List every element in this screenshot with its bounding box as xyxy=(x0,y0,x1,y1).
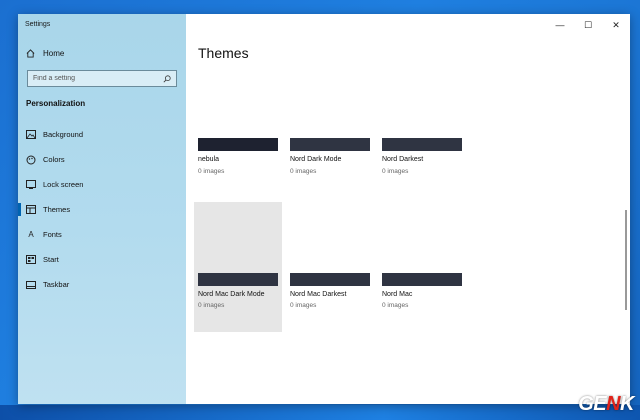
theme-preview xyxy=(198,273,278,286)
sidebar-item-label: Colors xyxy=(43,155,65,164)
sidebar-item-taskbar[interactable]: Taskbar xyxy=(18,272,186,297)
scrollbar[interactable] xyxy=(625,210,627,310)
theme-preview xyxy=(198,138,278,151)
start-icon xyxy=(26,255,36,265)
theme-name: Nord Mac xyxy=(382,291,413,298)
section-title: Personalization xyxy=(26,99,86,108)
theme-tile[interactable]: Nord Mac Dark Mode 0 images xyxy=(194,202,282,332)
theme-tile[interactable]: Nord Dark Mode 0 images xyxy=(286,79,374,209)
home-icon xyxy=(26,49,35,58)
theme-image-count: 0 images xyxy=(382,168,409,175)
fonts-icon: A xyxy=(28,230,34,239)
picture-icon xyxy=(26,130,36,140)
home-label: Home xyxy=(43,49,65,58)
sidebar-item-label: Taskbar xyxy=(43,280,70,289)
theme-image-count: 0 images xyxy=(198,302,225,309)
watermark-logo: GENK xyxy=(578,393,634,415)
sidebar-item-label: Themes xyxy=(43,205,71,214)
search-box[interactable] xyxy=(27,70,177,87)
window-title: Settings xyxy=(25,21,51,28)
sidebar-item-label: Lock screen xyxy=(43,180,84,189)
theme-name: Nord Mac Darkest xyxy=(290,291,347,298)
settings-window: Settings Home Personalization Background xyxy=(18,14,630,404)
theme-name: Nord Mac Dark Mode xyxy=(198,291,265,298)
sidebar-item-label: Fonts xyxy=(43,230,62,239)
sidebar-item-label: Background xyxy=(43,130,84,139)
theme-preview xyxy=(290,138,370,151)
palette-icon xyxy=(26,155,36,165)
theme-image-count: 0 images xyxy=(198,168,225,175)
theme-name: Nord Darkest xyxy=(382,156,424,163)
themes-icon xyxy=(26,205,36,215)
lock-screen-icon xyxy=(26,180,36,190)
theme-tile[interactable]: Nord Mac 0 images xyxy=(378,202,466,332)
taskbar-icon xyxy=(26,280,36,290)
sidebar-item-background[interactable]: Background xyxy=(18,122,186,147)
theme-image-count: 0 images xyxy=(382,302,409,309)
theme-name: nebula xyxy=(198,156,220,163)
theme-image-count: 0 images xyxy=(290,168,317,175)
theme-preview xyxy=(382,273,462,286)
sidebar-item-colors[interactable]: Colors xyxy=(18,147,186,172)
sidebar-item-themes[interactable]: Themes xyxy=(18,197,186,222)
sidebar-item-start[interactable]: Start xyxy=(18,247,186,272)
theme-tile[interactable]: Nord Mac Darkest 0 images xyxy=(286,202,374,332)
main-content: Themes nebula 0 images Nord Dark Mode 0 … xyxy=(186,14,630,404)
theme-tile[interactable]: nebula 0 images xyxy=(194,79,282,209)
theme-preview xyxy=(382,138,462,151)
page-title: Themes xyxy=(198,45,249,61)
sidebar-item-fonts[interactable]: A Fonts xyxy=(18,222,186,247)
theme-tile[interactable]: Nord Darkest 0 images xyxy=(378,79,466,209)
search-icon[interactable] xyxy=(163,74,171,83)
home-link[interactable]: Home xyxy=(26,49,64,58)
sidebar-nav: Background Colors Lock screen Themes A F… xyxy=(18,122,186,297)
search-input[interactable] xyxy=(33,75,163,82)
desktop-background xyxy=(0,405,640,420)
sidebar: Settings Home Personalization Background xyxy=(18,14,186,404)
theme-image-count: 0 images xyxy=(290,302,317,309)
sidebar-item-label: Start xyxy=(43,255,59,264)
theme-name: Nord Dark Mode xyxy=(290,156,342,163)
sidebar-item-lock-screen[interactable]: Lock screen xyxy=(18,172,186,197)
theme-preview xyxy=(290,273,370,286)
